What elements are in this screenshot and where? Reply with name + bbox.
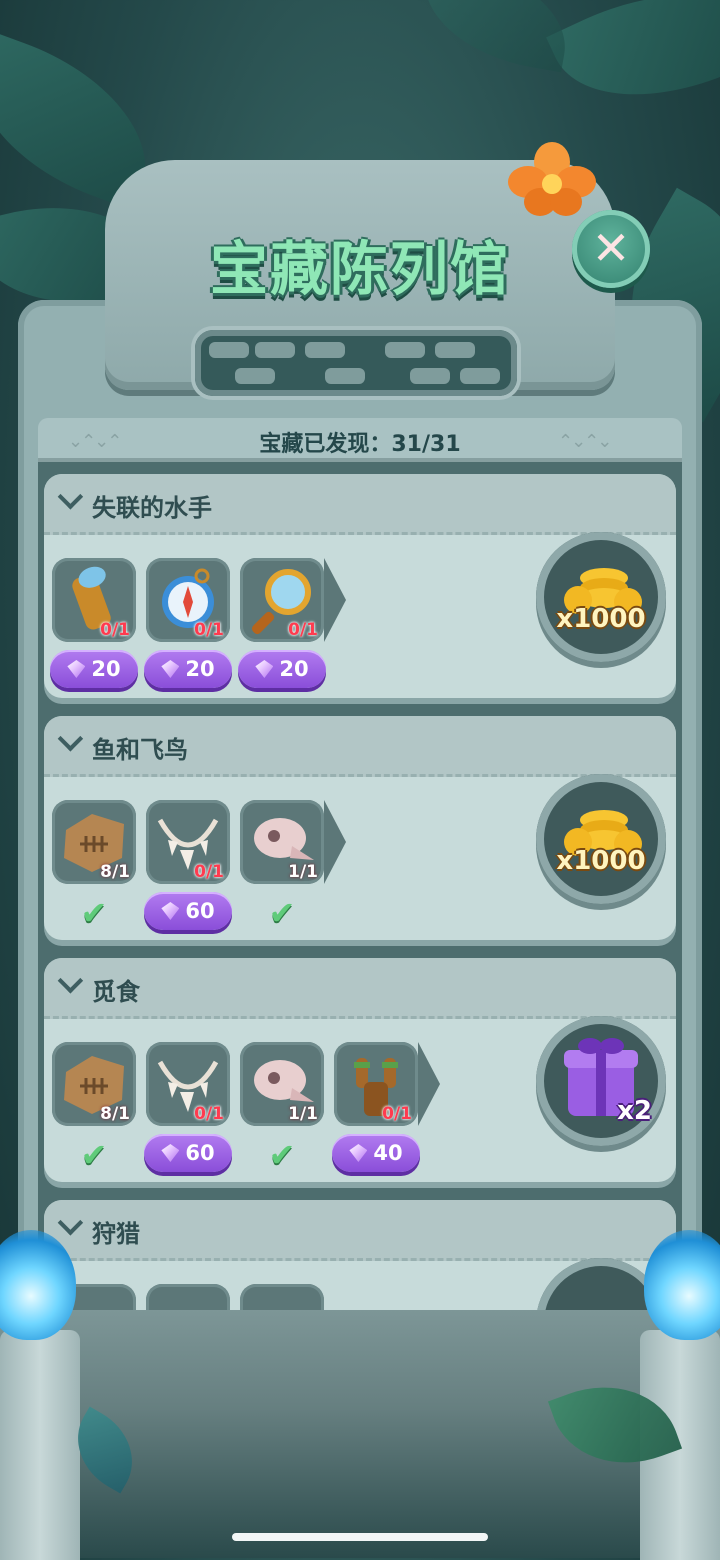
reward-amount: x1000 bbox=[556, 604, 646, 634]
treasure-item[interactable] bbox=[240, 1284, 324, 1310]
gem-icon bbox=[67, 660, 86, 678]
collection-title: 失联的水手 bbox=[92, 494, 212, 522]
item-count: 1/1 bbox=[288, 1104, 318, 1124]
gold-coins-icon bbox=[564, 568, 642, 616]
collection-list[interactable]: 失联的水手 0/1 0/1 0/1 20 20 20 x1000 鱼和飞鸟 8/… bbox=[38, 462, 682, 1310]
collection-title: 狩猎 bbox=[92, 1220, 140, 1248]
treasures-found-label: 宝藏已发现：31/31 bbox=[259, 432, 461, 457]
blue-torch-flame bbox=[644, 1230, 720, 1340]
collected-check-icon: ✔ bbox=[268, 894, 296, 932]
treasure-item[interactable]: 0/1 bbox=[334, 1042, 418, 1126]
collection-header[interactable]: 鱼和飞鸟 bbox=[44, 716, 676, 777]
close-x-icon: ✕ bbox=[591, 221, 631, 275]
treasure-item[interactable]: 1/1 bbox=[240, 1042, 324, 1126]
chevron-down-icon bbox=[57, 726, 84, 752]
treasure-item[interactable] bbox=[146, 1284, 230, 1310]
gem-buy-button[interactable]: 20 bbox=[50, 650, 138, 688]
row-end-arrow bbox=[324, 558, 346, 642]
collection-card: 失联的水手 0/1 0/1 0/1 20 20 20 x1000 bbox=[44, 474, 676, 698]
item-count: 0/1 bbox=[382, 1104, 412, 1124]
gold-coins-icon bbox=[564, 810, 642, 858]
item-count: 0/1 bbox=[194, 862, 224, 882]
title-slot-decoration bbox=[195, 330, 517, 396]
gem-icon bbox=[161, 902, 180, 920]
reward-amount: x2 bbox=[617, 1096, 652, 1126]
collection-reward[interactable]: x1000 bbox=[536, 774, 666, 904]
treasure-item[interactable]: 0/1 bbox=[52, 558, 136, 642]
collected-check-icon: ✔ bbox=[80, 1136, 108, 1174]
gem-buy-button[interactable]: 40 bbox=[332, 1134, 420, 1172]
item-count: 8/1 bbox=[100, 862, 130, 882]
collection-header[interactable]: 觅食 bbox=[44, 958, 676, 1019]
collection-header[interactable]: 失联的水手 bbox=[44, 474, 676, 535]
chevron-down-icon bbox=[57, 484, 84, 510]
treasure-item[interactable]: 1/1 bbox=[240, 800, 324, 884]
row-end-arrow bbox=[418, 1042, 440, 1126]
row-end-arrow bbox=[324, 800, 346, 884]
collection-header[interactable]: 狩猎 bbox=[44, 1200, 676, 1261]
reward-amount: x1000 bbox=[556, 846, 646, 876]
treasure-item[interactable]: 8/1 bbox=[52, 800, 136, 884]
item-count: 0/1 bbox=[100, 620, 130, 640]
treasure-item[interactable]: 0/1 bbox=[146, 1042, 230, 1126]
gem-buy-button[interactable]: 60 bbox=[144, 1134, 232, 1172]
collection-card: 鱼和飞鸟 8/1 0/1 1/1 ✔ 60 ✔ x1000 bbox=[44, 716, 676, 940]
purple-gift-icon bbox=[564, 1038, 638, 1116]
jungle-leaf-decoration bbox=[546, 0, 720, 138]
collected-check-icon: ✔ bbox=[80, 894, 108, 932]
treasure-item[interactable]: 0/1 bbox=[146, 800, 230, 884]
treasure-item[interactable]: 8/1 bbox=[52, 1042, 136, 1126]
gem-icon bbox=[161, 1144, 180, 1162]
home-indicator[interactable] bbox=[232, 1533, 488, 1541]
gem-buy-button[interactable]: 60 bbox=[144, 892, 232, 930]
chevron-down-icon bbox=[57, 1210, 84, 1236]
orange-flower-icon bbox=[508, 142, 596, 216]
collection-title: 鱼和飞鸟 bbox=[92, 736, 188, 764]
item-count: 8/1 bbox=[100, 1104, 130, 1124]
collection-reward[interactable]: x1000 bbox=[536, 532, 666, 662]
gem-buy-button[interactable]: 20 bbox=[238, 650, 326, 688]
close-button[interactable]: ✕ bbox=[572, 210, 650, 288]
item-count: 1/1 bbox=[288, 862, 318, 882]
left-stone-pillar bbox=[0, 1330, 80, 1560]
gem-icon bbox=[349, 1144, 368, 1162]
collection-title: 觅食 bbox=[92, 978, 140, 1006]
progress-bar-header: ⌄⌃⌄⌃ ⌃⌄⌃⌄ 宝藏已发现：31/31 bbox=[38, 418, 682, 462]
treasure-item[interactable]: 0/1 bbox=[240, 558, 324, 642]
treasure-item[interactable]: 0/1 bbox=[146, 558, 230, 642]
collection-reward[interactable]: x2 bbox=[536, 1016, 666, 1146]
item-count: 0/1 bbox=[288, 620, 318, 640]
collected-check-icon: ✔ bbox=[268, 1136, 296, 1174]
gem-icon bbox=[255, 660, 274, 678]
gem-buy-button[interactable]: 20 bbox=[144, 650, 232, 688]
jungle-leaf-decoration bbox=[413, 0, 577, 73]
collection-card: 觅食 8/1 0/1 1/1 0/1 ✔ 60 ✔ 40 x2 bbox=[44, 958, 676, 1182]
chevron-down-icon bbox=[57, 968, 84, 994]
item-count: 0/1 bbox=[194, 1104, 224, 1124]
gem-icon bbox=[161, 660, 180, 678]
item-count: 0/1 bbox=[194, 620, 224, 640]
collection-card: 狩猎 bbox=[44, 1200, 676, 1310]
